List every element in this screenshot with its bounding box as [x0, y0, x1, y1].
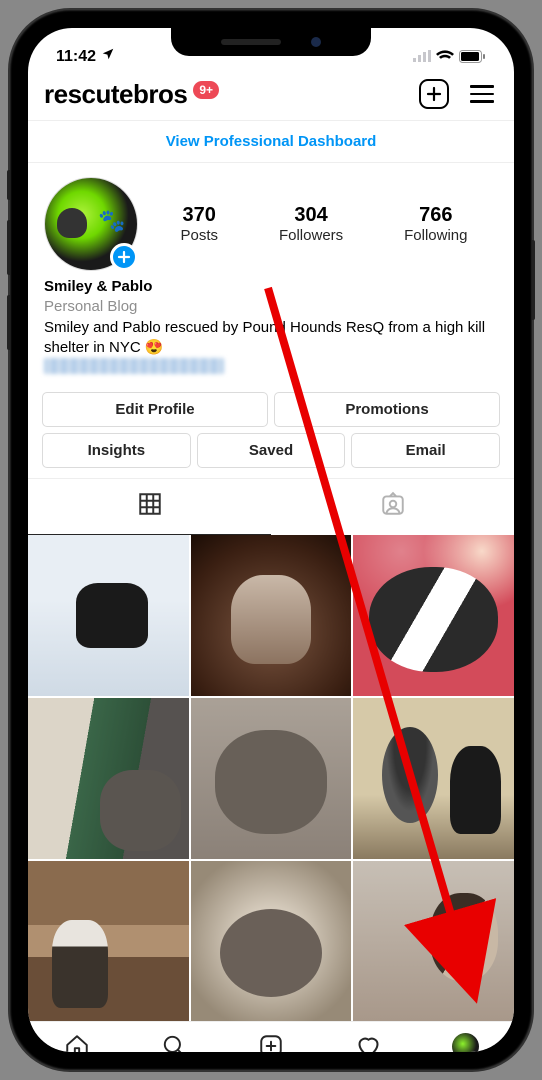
post-thumbnail[interactable] — [353, 535, 514, 696]
posts-grid — [28, 535, 514, 1021]
home-icon — [64, 1033, 90, 1052]
create-button[interactable] — [418, 78, 450, 110]
nav-home[interactable] — [63, 1032, 91, 1052]
bio-section: Smiley & Pablo Personal Blog Smiley and … — [28, 277, 514, 392]
post-thumbnail[interactable] — [28, 861, 189, 1022]
nav-activity[interactable] — [354, 1032, 382, 1052]
bio-text: Smiley and Pablo rescued by Pound Hounds… — [44, 318, 498, 359]
profile-summary: 370 Posts 304 Followers 766 Following — [28, 163, 514, 277]
heart-icon — [355, 1033, 382, 1052]
profile-header: rescutebros 9+ — [28, 72, 514, 120]
profile-avatar[interactable] — [44, 177, 138, 271]
edit-profile-button[interactable]: Edit Profile — [42, 392, 268, 427]
tab-posts-grid[interactable] — [28, 479, 271, 535]
nav-search[interactable] — [160, 1032, 188, 1052]
posts-count: 370 — [180, 204, 218, 227]
followers-label: Followers — [279, 227, 343, 244]
nav-create[interactable] — [257, 1032, 285, 1052]
category-label: Personal Blog — [44, 297, 498, 317]
bottom-nav — [28, 1021, 514, 1052]
posts-stat[interactable]: 370 Posts — [180, 204, 218, 244]
status-right — [413, 50, 486, 63]
insights-button[interactable]: Insights — [42, 433, 191, 468]
device-notch — [171, 28, 371, 56]
location-icon — [101, 47, 115, 61]
wifi-icon — [436, 50, 454, 63]
cellular-icon — [413, 50, 431, 62]
action-button-grid: Edit Profile Promotions Insights Saved E… — [28, 392, 514, 468]
add-story-icon[interactable] — [110, 243, 138, 271]
post-thumbnail[interactable] — [28, 698, 189, 859]
profile-tab-icon — [452, 1033, 479, 1052]
post-thumbnail[interactable] — [191, 861, 352, 1022]
menu-icon — [470, 85, 494, 103]
posts-label: Posts — [180, 227, 218, 244]
grid-icon — [137, 491, 163, 517]
following-count: 766 — [404, 204, 467, 227]
nav-profile[interactable] — [451, 1032, 479, 1052]
post-thumbnail[interactable] — [191, 698, 352, 859]
post-thumbnail[interactable] — [353, 861, 514, 1022]
content-tabs — [28, 478, 514, 535]
pro-dashboard-link[interactable]: View Professional Dashboard — [28, 120, 514, 163]
display-name: Smiley & Pablo — [44, 277, 498, 297]
following-stat[interactable]: 766 Following — [404, 204, 467, 244]
followers-stat[interactable]: 304 Followers — [279, 204, 343, 244]
post-thumbnail[interactable] — [28, 535, 189, 696]
followers-count: 304 — [279, 204, 343, 227]
add-icon — [425, 85, 443, 103]
screen: 11:42 rescutebros 9+ View P — [28, 28, 514, 1052]
clock: 11:42 — [56, 48, 96, 65]
post-thumbnail[interactable] — [353, 698, 514, 859]
menu-button[interactable] — [466, 78, 498, 110]
following-label: Following — [404, 227, 467, 244]
saved-button[interactable]: Saved — [197, 433, 346, 468]
username[interactable]: rescutebros — [44, 79, 187, 110]
notification-badge[interactable]: 9+ — [193, 81, 219, 99]
battery-icon — [459, 50, 486, 63]
tab-tagged[interactable] — [271, 479, 514, 535]
bio-link-redacted[interactable] — [44, 358, 224, 374]
phone-frame: 11:42 rescutebros 9+ View P — [10, 10, 532, 1070]
tagged-icon — [380, 491, 406, 517]
post-thumbnail[interactable] — [191, 535, 352, 696]
status-left: 11:42 — [56, 47, 115, 66]
search-icon — [161, 1033, 187, 1052]
promotions-button[interactable]: Promotions — [274, 392, 500, 427]
add-post-icon — [258, 1033, 284, 1052]
email-button[interactable]: Email — [351, 433, 500, 468]
